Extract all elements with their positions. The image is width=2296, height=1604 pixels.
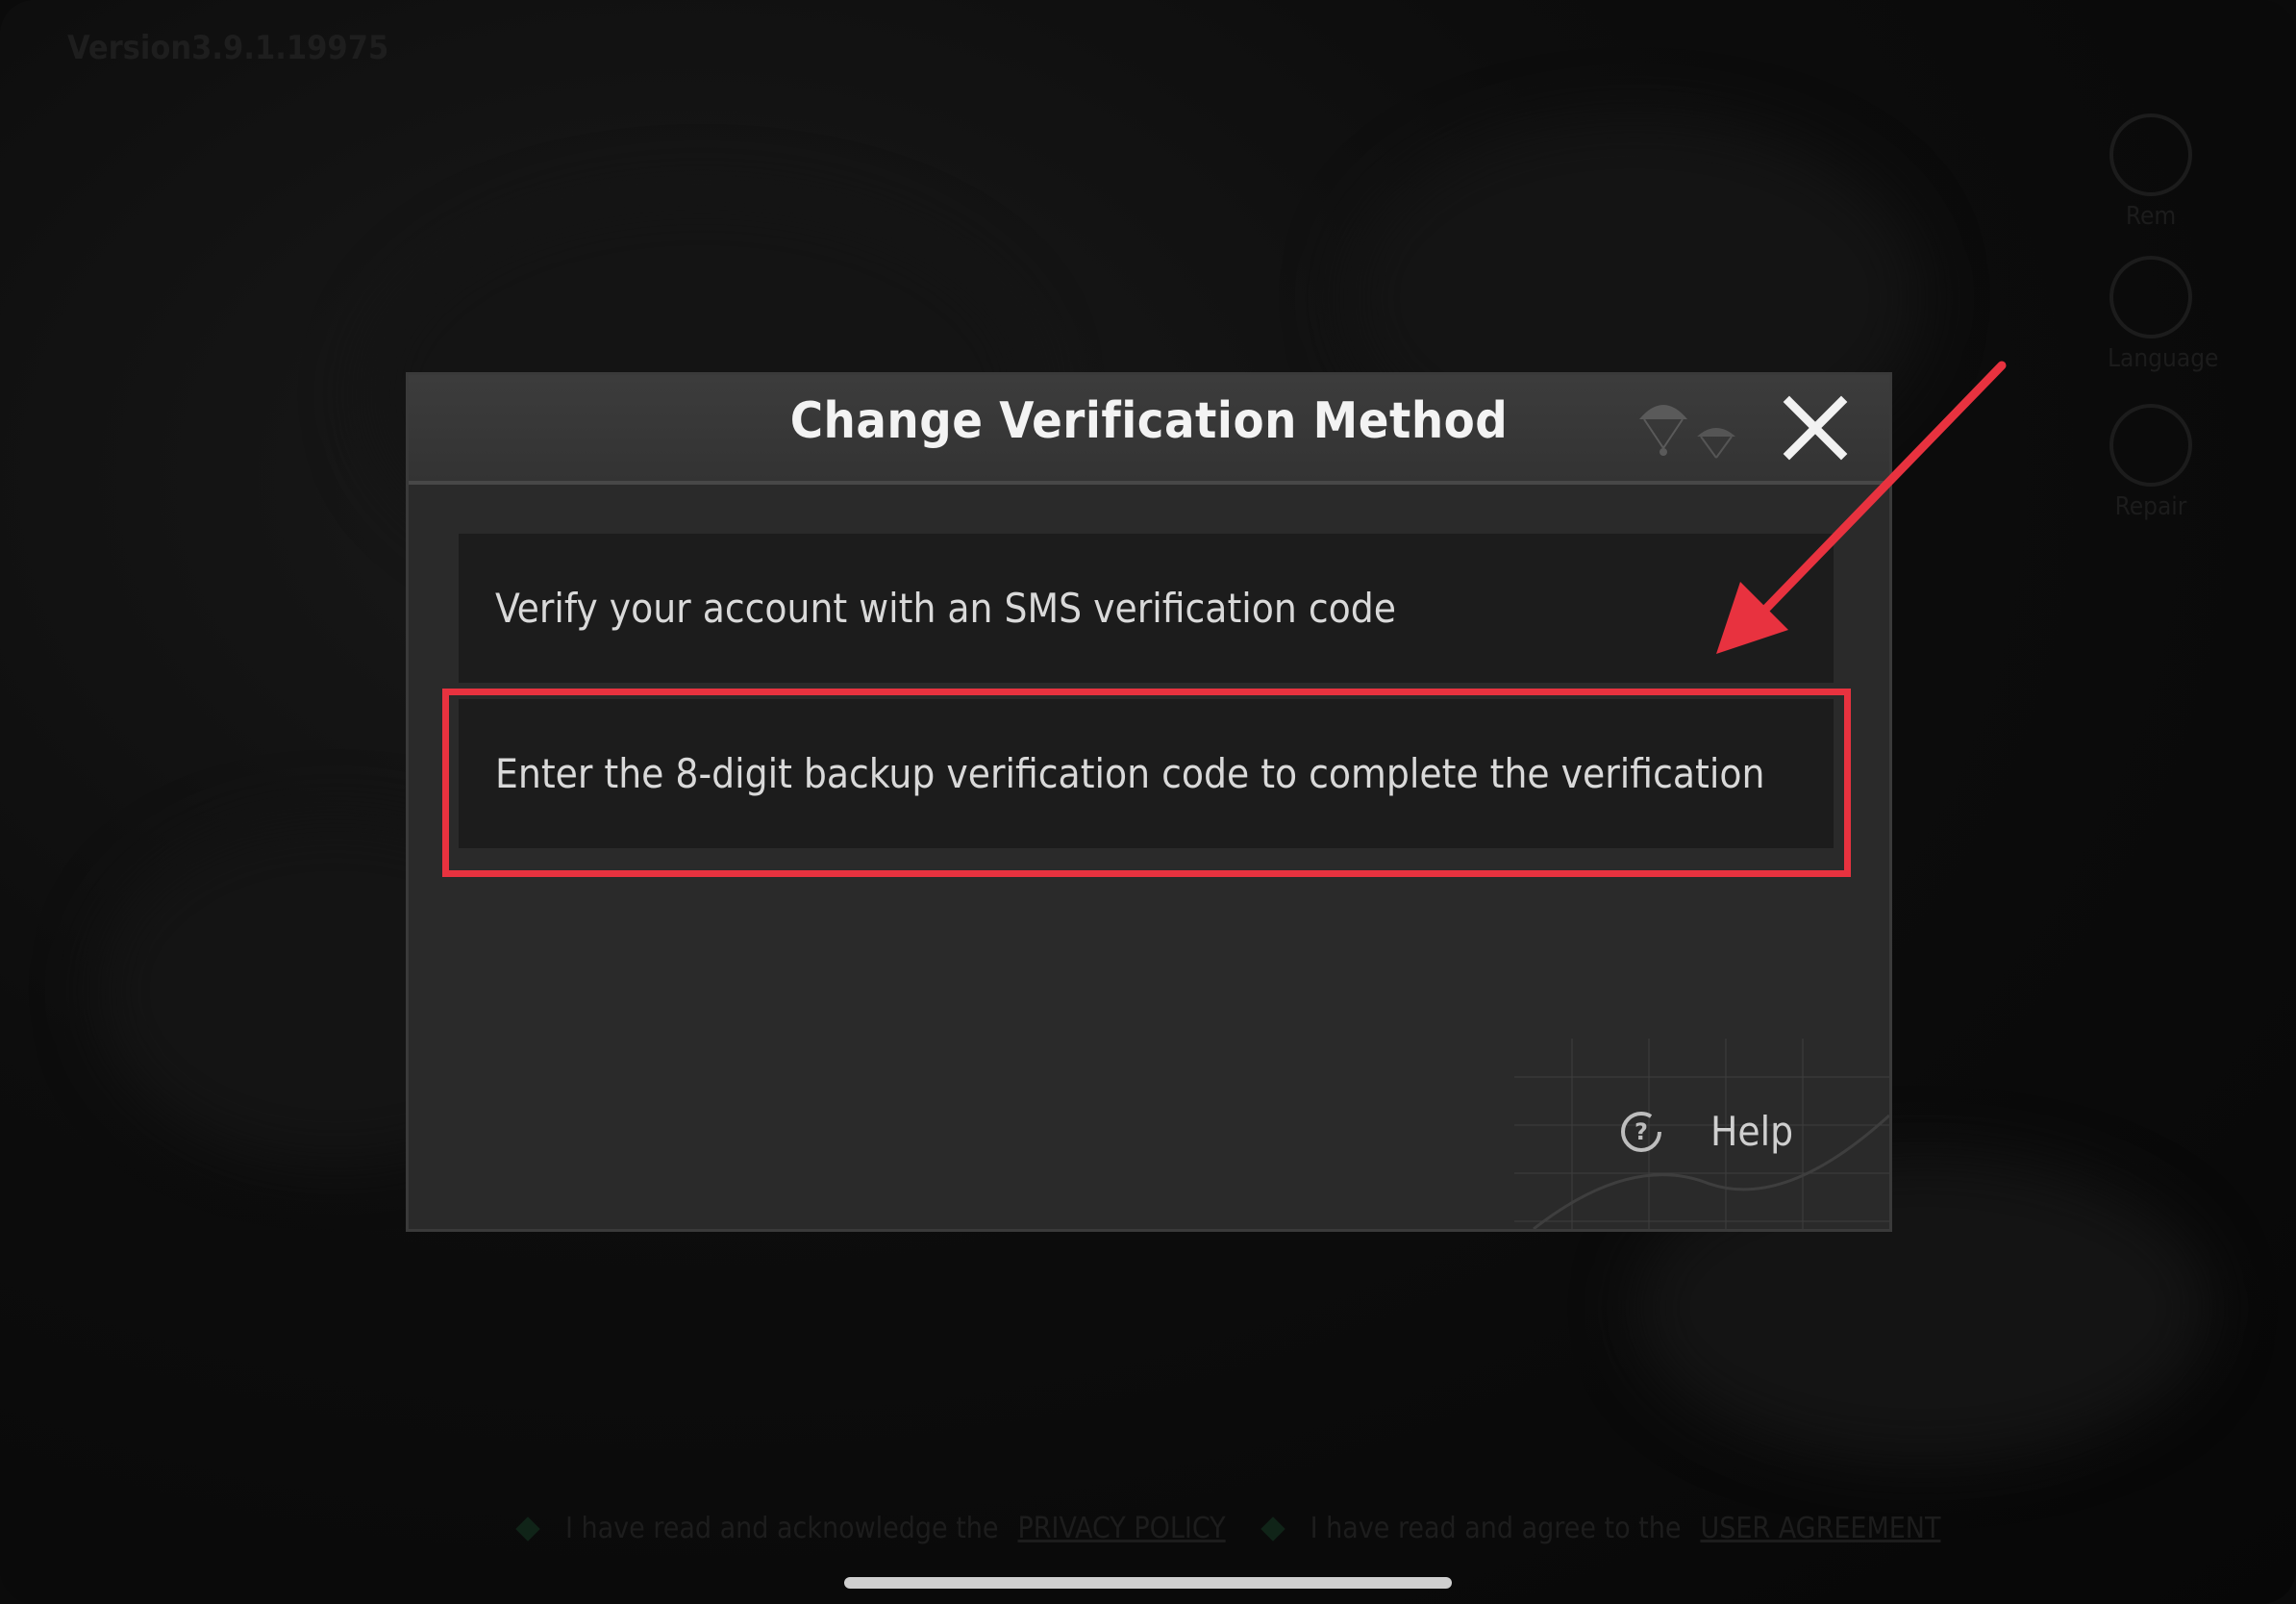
sms-option-label: Verify your account with an SMS verifica…: [495, 585, 1396, 632]
profile-icon: [2109, 113, 2192, 196]
agreement-prefix: I have read and agree to the: [1310, 1512, 1682, 1545]
question-icon: ?: [1621, 1111, 1661, 1152]
rem-label: Rem: [2125, 202, 2177, 231]
legal-footer: I have read and acknowledge the PRIVACY P…: [515, 1512, 1979, 1545]
language-label: Language: [2108, 344, 2219, 373]
agreement-checkbox[interactable]: [1260, 1516, 1285, 1541]
wrench-icon: [2109, 404, 2192, 487]
user-agreement-link[interactable]: USER AGREEMENT: [1700, 1512, 1940, 1545]
change-verification-dialog: Change Verification Method Verify your a…: [409, 375, 1889, 1229]
rem-button[interactable]: Rem: [2108, 113, 2194, 231]
dialog-title: Change Verification Method: [789, 392, 1509, 450]
privacy-policy-link[interactable]: PRIVACY POLICY: [1018, 1512, 1226, 1545]
sms-verification-option[interactable]: Verify your account with an SMS verifica…: [459, 534, 1834, 683]
backup-option-label: Enter the 8-digit backup verification co…: [495, 750, 1765, 797]
privacy-checkbox[interactable]: [515, 1516, 540, 1541]
repair-label: Repair: [2114, 492, 2187, 521]
globe-icon: [2109, 256, 2192, 338]
version-label: Version3.9.1.19975: [67, 29, 389, 67]
dialog-header: Change Verification Method: [409, 375, 1889, 485]
svg-text:?: ?: [1635, 1118, 1648, 1145]
privacy-prefix: I have read and acknowledge the: [565, 1512, 999, 1545]
backup-code-option[interactable]: Enter the 8-digit backup verification co…: [459, 699, 1834, 848]
close-icon[interactable]: [1776, 388, 1855, 467]
home-indicator[interactable]: [844, 1577, 1452, 1589]
help-button[interactable]: ? Help: [1618, 1108, 1793, 1155]
help-label: Help: [1710, 1108, 1794, 1155]
repair-button[interactable]: Repair: [2108, 404, 2194, 521]
language-button[interactable]: Language: [2108, 256, 2218, 373]
